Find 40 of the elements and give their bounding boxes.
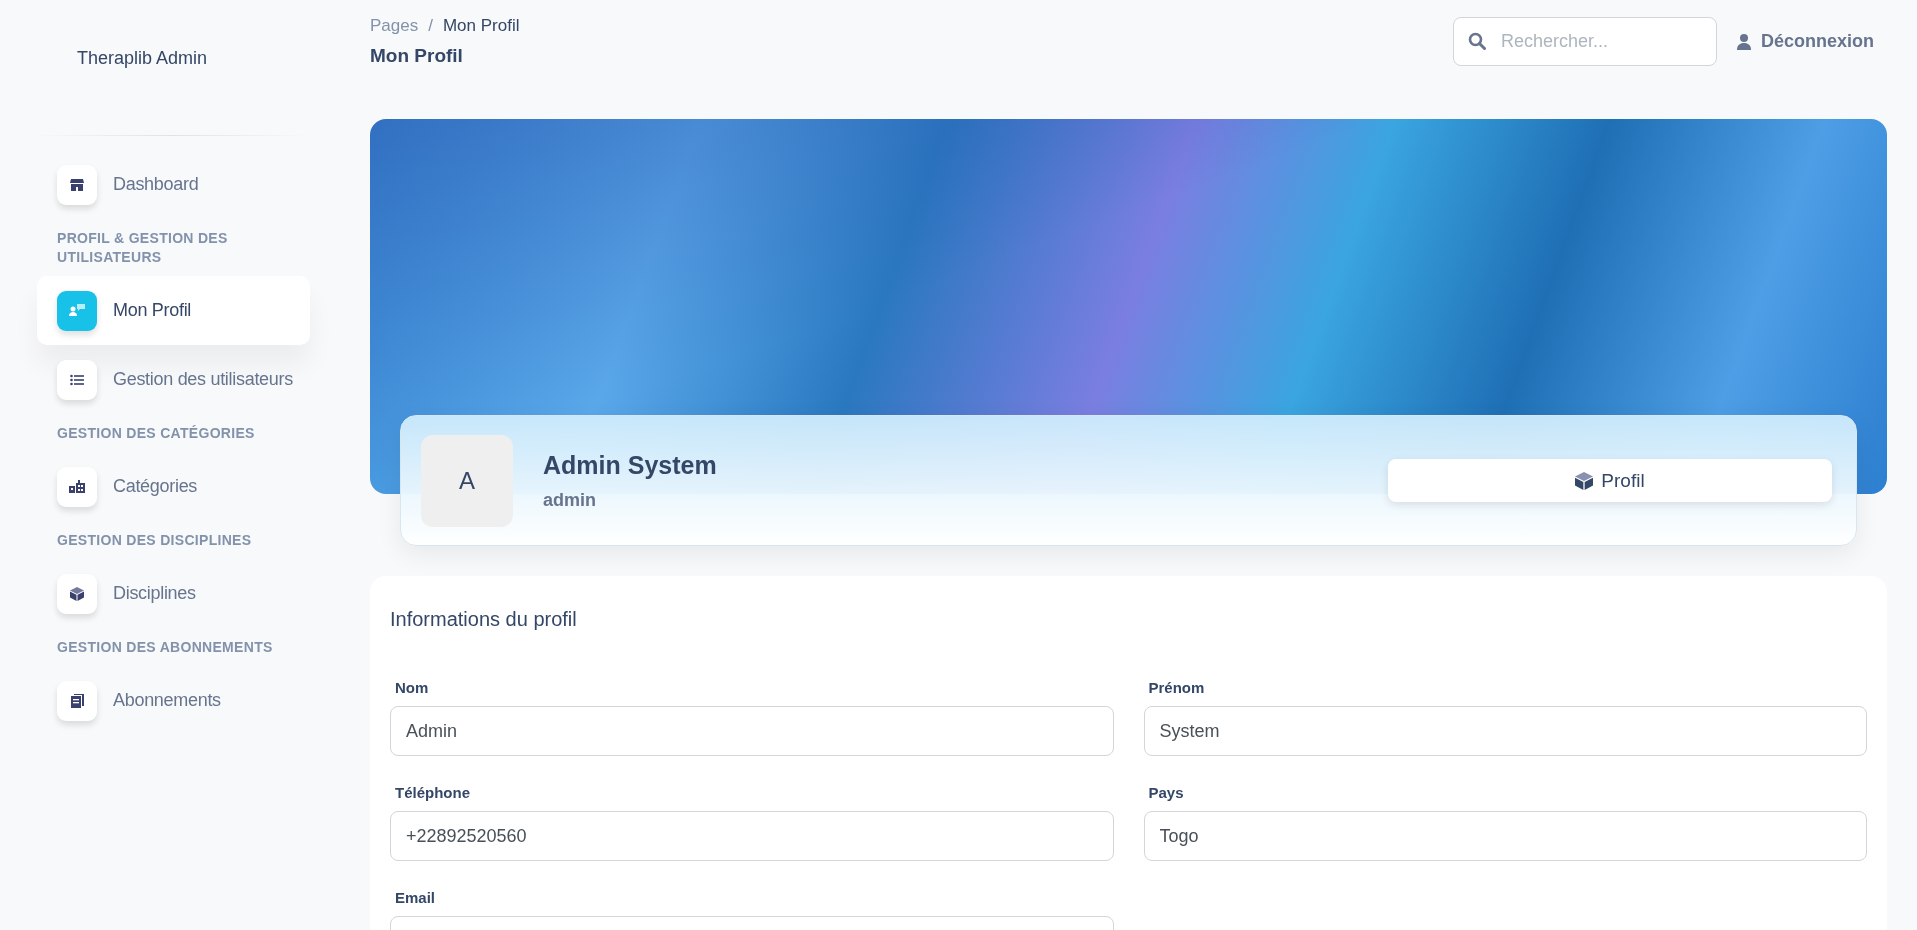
avatar: A (421, 434, 513, 527)
field-label: Prénom (1148, 679, 1206, 696)
section-title: Informations du profil (390, 608, 578, 631)
breadcrumb-item: Mon Profil (442, 16, 520, 36)
buildings-icon (69, 480, 85, 493)
profile-name: Admin System (543, 450, 718, 480)
breadcrumb-item: / (428, 16, 433, 36)
cube-icon (70, 586, 84, 601)
field-label: Email (395, 889, 437, 906)
cube-icon (1575, 471, 1594, 490)
nav-section-heading: GESTION DES DISCIPLINES (56, 531, 253, 550)
field-label: Nom (395, 679, 430, 696)
page-title: Mon Profil (370, 45, 464, 67)
storefront-icon (70, 178, 84, 191)
nav-section-heading: PROFIL & GESTION DES UTILISATEURS (56, 229, 229, 267)
user-chat-icon (69, 304, 85, 317)
input-field[interactable]: Togo (1143, 811, 1867, 861)
nav-section-heading: GESTION DES ABONNEMENTS (56, 638, 274, 657)
document-icon (70, 693, 84, 708)
sidebar-item[interactable]: Catégories (37, 452, 310, 521)
profile-button[interactable]: Profil (1388, 459, 1832, 502)
sidebar-item[interactable]: Abonnements (37, 666, 310, 735)
search-field[interactable]: Rechercher... (1452, 17, 1717, 66)
input-field[interactable]: +22892520560 (390, 811, 1114, 861)
sidebar-item[interactable]: Mon Profil (37, 276, 310, 345)
logout-link[interactable]: Déconnexion (1736, 31, 1874, 52)
profile-role: admin (543, 489, 597, 511)
sidebar-item[interactable]: Disciplines (37, 559, 310, 628)
breadcrumb-item[interactable]: Pages (370, 16, 419, 36)
input-field[interactable]: System (1143, 706, 1867, 756)
input-field[interactable]: Admin (390, 706, 1114, 756)
sidebar-item[interactable]: Gestion des utilisateurs (37, 345, 310, 414)
field-label: Pays (1148, 784, 1185, 801)
brand-title: Theraplib Admin (76, 47, 209, 70)
user-icon (1736, 33, 1751, 50)
list-icon (70, 373, 84, 386)
nav-section-heading: GESTION DES CATÉGORIES (56, 424, 256, 443)
search-icon (1467, 32, 1486, 50)
field-label: Téléphone (395, 784, 471, 801)
sidebar-item[interactable]: Dashboard (37, 150, 310, 219)
